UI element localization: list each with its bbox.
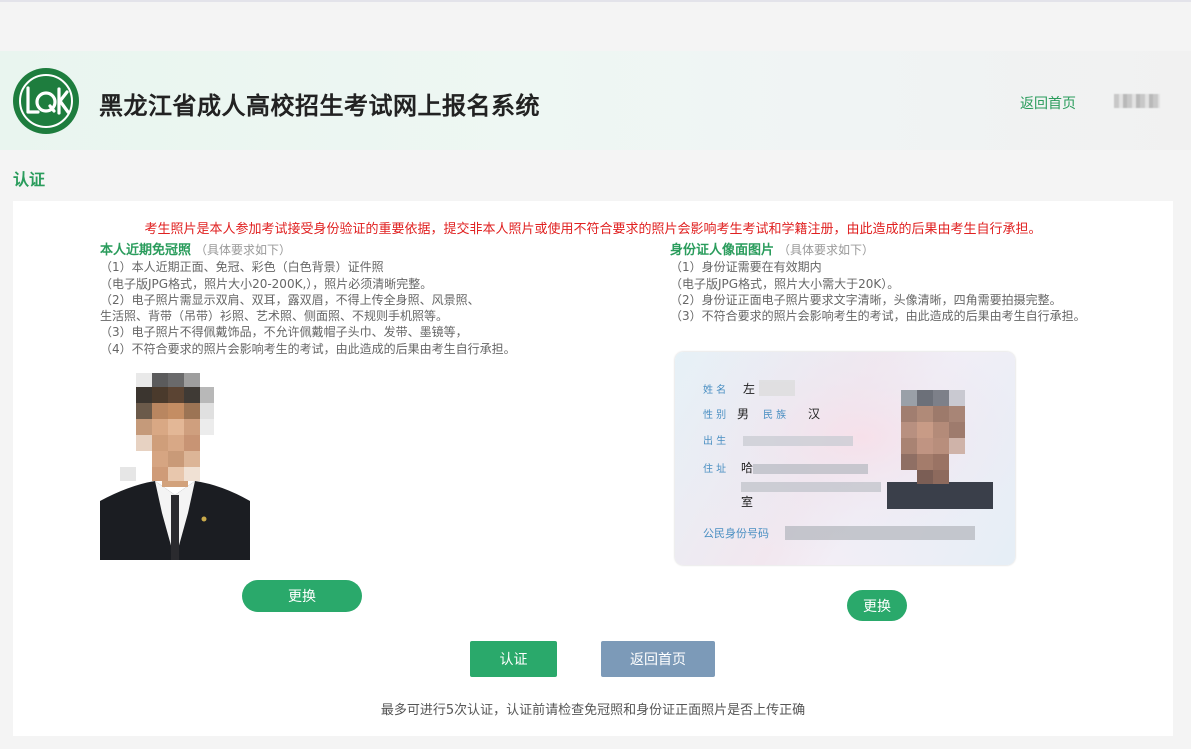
idcard-address-label: 住 址: [703, 462, 726, 475]
idcard-ethnicity-label: 民 族: [763, 408, 786, 421]
top-border: [0, 0, 1191, 2]
verification-card: 考生照片是本人参加考试接受身份验证的重要依据，提交非本人照片或使用不符合要求的照…: [13, 201, 1173, 736]
home-link[interactable]: 返回首页: [1020, 93, 1076, 113]
portrait-requirement: （电子版JPG格式，照片大小20-200K,），照片必须清晰完整。: [100, 276, 433, 291]
idcard-address-value: 哈: [741, 461, 753, 475]
idcard-name-value: 左: [743, 381, 755, 396]
idcard-requirement: （3）不符合要求的照片会影响考生的考试，由此造成的后果由考生自行承担。: [670, 309, 1086, 324]
portrait-requirement: （2）电子照片需显示双肩、双耳，露双眉，不得上传全身照、风景照、: [100, 292, 480, 307]
idcard-requirement: （电子版JPG格式，照片大小需大于20K）。: [670, 276, 900, 291]
photo-warning-notice: 考生照片是本人参加考试接受身份验证的重要依据，提交非本人照片或使用不符合要求的照…: [144, 222, 1042, 237]
idcard-birth-label: 出 生: [703, 434, 726, 447]
user-name-blurred: [1114, 94, 1160, 108]
change-idcard-button[interactable]: 更换: [847, 590, 907, 621]
change-portrait-button[interactable]: 更换: [242, 580, 362, 612]
portrait-photo: [100, 373, 250, 560]
attempts-footnote: 最多可进行5次认证，认证前请检查免冠照和身份证正面照片是否上传正确: [380, 703, 806, 718]
idcard-requirements: 身份证人像面图片 （具体要求如下） （1）身份证需要在有效期内 （电子版JPG格式…: [670, 242, 1086, 324]
page-section-title: 认证: [13, 170, 46, 189]
idcard-photo: 姓 名 性 别 民 族 出 生 住 址 公民身份号码 左 男 汉 哈 室: [675, 352, 1015, 565]
idcard-name-label: 姓 名: [703, 383, 726, 396]
portrait-title: 本人近期免冠照: [100, 243, 192, 258]
idcard-requirement: （2）身份证正面电子照片要求文字清晰，头像清晰，四角需要拍摄完整。: [670, 292, 1062, 307]
site-header: 黑龙江省成人高校招生考试网上报名系统 返回首页: [0, 51, 1191, 150]
portrait-requirements: 本人近期免冠照 （具体要求如下） （1）本人近期正面、免冠、彩色（白色背景）证件照…: [100, 242, 516, 357]
idcard-number-label: 公民身份号码: [703, 526, 769, 540]
site-title: 黑龙江省成人高校招生考试网上报名系统: [99, 92, 540, 120]
back-home-button[interactable]: 返回首页: [601, 641, 715, 677]
portrait-requirement: 生活照、背带（吊带）衫照、艺术照、侧面照、不规则手机照等。: [100, 309, 449, 324]
portrait-requirement: （4）不符合要求的照片会影响考生的考试，由此造成的后果由考生自行承担。: [100, 341, 516, 356]
idcard-hint: （具体要求如下）: [778, 243, 875, 257]
idcard-sex-value: 男: [737, 407, 749, 421]
verify-button[interactable]: 认证: [470, 641, 557, 677]
idcard-ethnicity-value: 汉: [808, 407, 820, 421]
idcard-sex-label: 性 别: [703, 408, 726, 421]
portrait-hint: （具体要求如下）: [195, 243, 292, 257]
idcard-address-value: 室: [741, 494, 753, 509]
portrait-requirement: （3）电子照片不得佩戴饰品，不允许佩戴帽子头巾、发带、墨镜等，: [100, 325, 468, 340]
portrait-requirement: （1）本人近期正面、免冠、彩色（白色背景）证件照: [100, 260, 384, 275]
idcard-title: 身份证人像面图片: [670, 243, 775, 258]
idcard-requirement: （1）身份证需要在有效期内: [670, 260, 822, 275]
lqk-logo-icon: [13, 68, 79, 134]
